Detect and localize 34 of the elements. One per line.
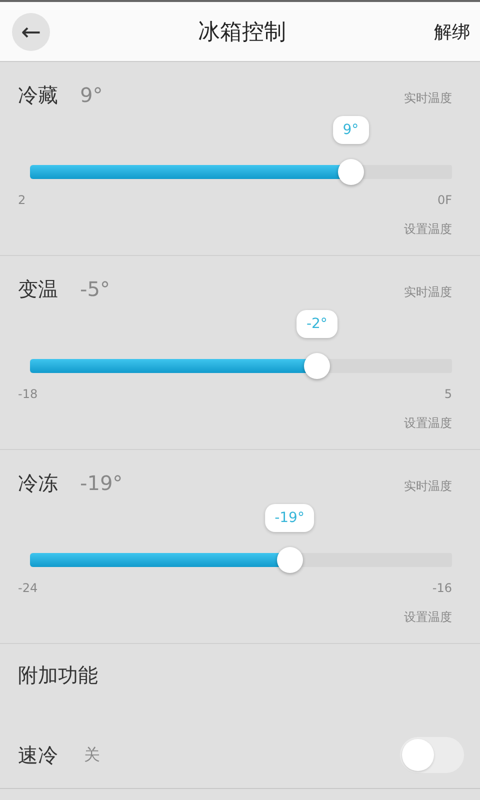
set-temperature-label: 设置温度 — [404, 221, 452, 238]
feature-state: 关 — [84, 744, 100, 766]
slider[interactable]: -19° — [17, 501, 465, 573]
value-bubble: -19° — [264, 504, 314, 532]
slider-thumb[interactable] — [304, 353, 330, 379]
current-temperature: -5° — [80, 277, 110, 301]
value-bubble: -2° — [296, 310, 338, 338]
back-button[interactable]: ← — [12, 12, 50, 50]
min-label: -24 — [18, 581, 38, 595]
feature-label: 速冷 — [18, 742, 58, 768]
realtime-label: 实时温度 — [404, 90, 452, 107]
realtime-label: 实时温度 — [404, 478, 452, 495]
current-temperature: 9° — [80, 83, 103, 107]
zone-name: 冷冻 — [18, 470, 58, 497]
set-temperature-label: 设置温度 — [404, 415, 452, 432]
zone-name: 冷藏 — [18, 82, 58, 109]
max-label: 0F — [437, 193, 452, 207]
zone-name: 变温 — [18, 276, 58, 303]
slider-thumb[interactable] — [338, 159, 364, 185]
current-temperature: -19° — [80, 471, 123, 495]
unbind-button[interactable]: 解绑 — [434, 20, 470, 44]
realtime-label: 实时温度 — [404, 284, 452, 301]
slider[interactable]: -2° — [17, 307, 465, 379]
slider-thumb[interactable] — [276, 547, 303, 573]
value-bubble: 9° — [332, 116, 369, 144]
section-title: 附加功能 — [18, 662, 99, 689]
min-label: 2 — [18, 193, 26, 207]
set-temperature-label: 设置温度 — [404, 609, 452, 626]
page-title: 冰箱控制 — [198, 18, 286, 46]
toggle-switch[interactable] — [400, 737, 464, 773]
max-label: -16 — [432, 581, 452, 595]
max-label: 5 — [444, 387, 452, 401]
min-label: -18 — [18, 387, 38, 401]
slider[interactable]: 9° — [17, 113, 465, 185]
